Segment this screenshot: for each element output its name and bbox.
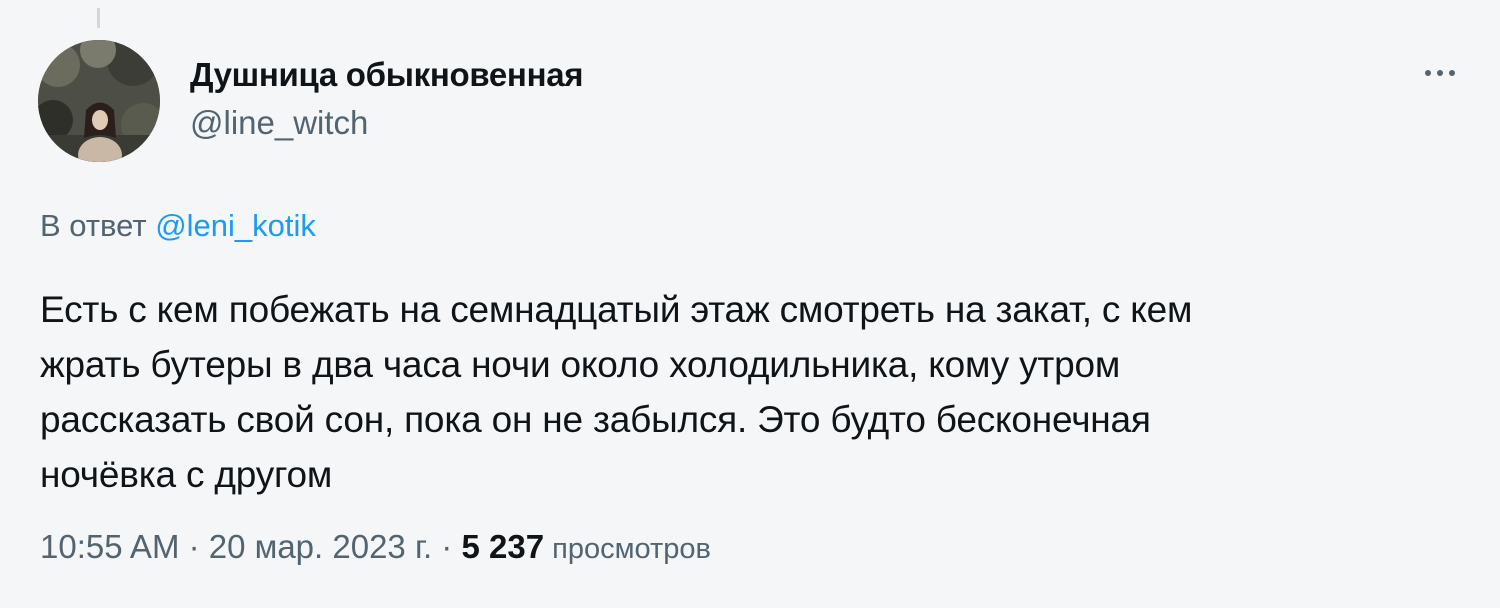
reply-context: В ответ @leni_kotik [40,208,316,244]
tweet-card: Душница обыкновенная @line_witch В ответ… [0,0,1500,608]
views-count[interactable]: 5 237 [461,528,544,565]
more-dot [1425,70,1431,76]
author-display-name[interactable]: Душница обыкновенная [190,56,584,94]
more-horizontal-icon[interactable] [1418,66,1462,80]
more-dot [1437,70,1443,76]
author-handle[interactable]: @line_witch [190,104,368,142]
avatar-photo [38,40,160,162]
views-label: просмотров [544,533,711,565]
meta-separator: · [179,528,209,565]
more-dot [1449,70,1455,76]
tweet-time[interactable]: 10:55 AM [40,528,179,565]
tweet-text: Есть с кем побежать на семнадцатый этаж … [40,289,1193,495]
thread-connector-line [97,8,100,28]
tweet-date[interactable]: 20 мар. 2023 г. [209,528,432,565]
tweet-meta: 10:55 AM · 20 мар. 2023 г. · 5 237 просм… [40,528,711,566]
avatar[interactable] [38,40,160,162]
reply-mention-link[interactable]: @leni_kotik [155,208,316,243]
reply-prefix: В ответ [40,208,156,243]
meta-separator: · [432,528,462,565]
